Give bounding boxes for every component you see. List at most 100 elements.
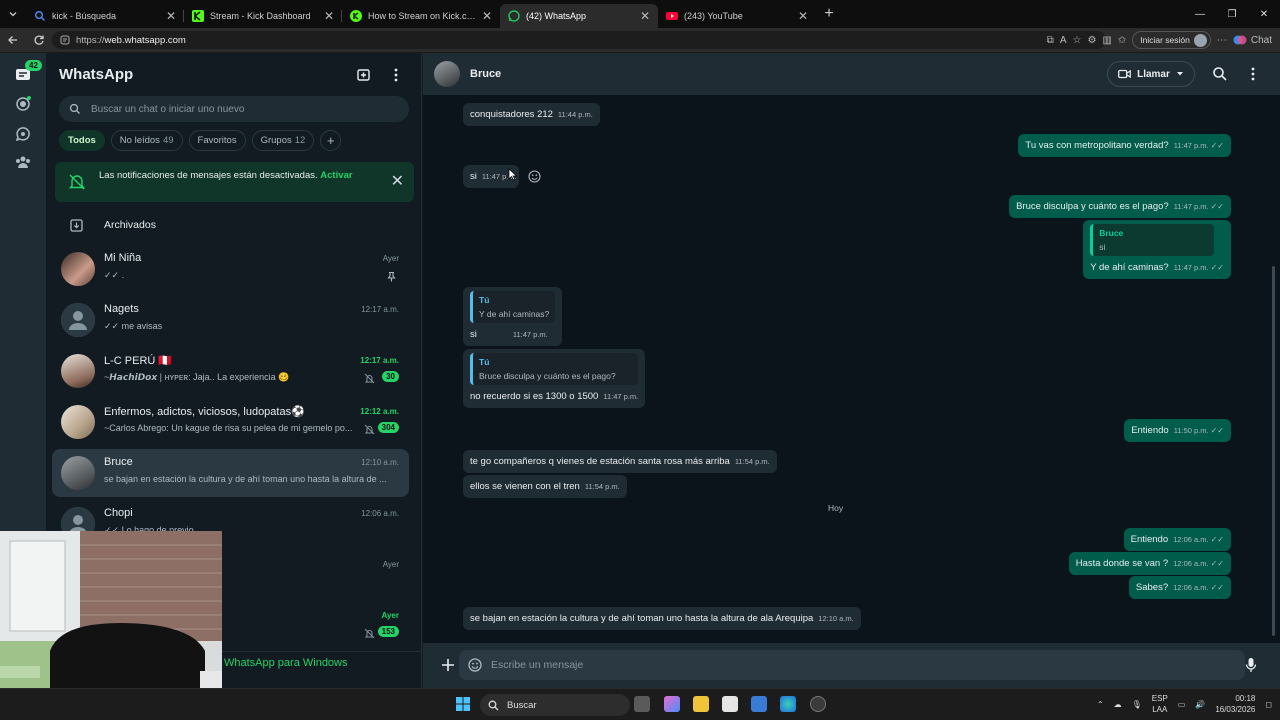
message-out[interactable]: Hasta donde se van ? 12:06 a.m. ✓✓ xyxy=(1068,552,1231,575)
quoted-message[interactable]: Bruce si xyxy=(1090,224,1215,256)
close-tab-icon[interactable]: ✕ xyxy=(166,9,176,23)
message-time: 12:06 a.m. xyxy=(1173,583,1209,592)
search-icon[interactable] xyxy=(1212,66,1228,82)
quoted-message[interactable]: Tú Bruce disculpa y cuánto es el pago? xyxy=(470,353,639,385)
copilot-app-icon[interactable] xyxy=(664,696,680,712)
cloud-icon[interactable]: ☁ xyxy=(1114,700,1122,709)
message-out[interactable]: Bruce disculpa y cuánto es el pago? 11:47… xyxy=(1009,195,1231,218)
close-icon[interactable]: ✕ xyxy=(391,171,404,191)
chat-row[interactable]: Nagets 12:17 a.m. ✓✓ me avisas xyxy=(52,296,409,344)
split-screen-icon[interactable]: ▥ xyxy=(1102,35,1111,46)
communities-icon[interactable] xyxy=(14,153,32,171)
conversation-header[interactable]: Bruce Llamar xyxy=(423,53,1280,95)
notifications-icon[interactable]: ◻ xyxy=(1265,700,1272,709)
contact-avatar[interactable] xyxy=(434,61,460,87)
message-out[interactable]: Sabes? 12:06 a.m. ✓✓ xyxy=(1128,576,1231,599)
filter-favorites[interactable]: Favoritos xyxy=(188,130,246,151)
chat-row-selected[interactable]: Bruce 12:10 a.m. se bajan en estación la… xyxy=(52,449,409,497)
menu-kebab-icon[interactable] xyxy=(1245,66,1261,82)
message-text: Y de ahí caminas? xyxy=(1090,262,1169,273)
message-out[interactable]: Tu vas con metropolitano verdad? 11:47 p.… xyxy=(1018,134,1231,157)
get-windows-app-link[interactable]: WhatsApp para Windows xyxy=(224,657,348,669)
chat-row[interactable]: L-C PERÚ 🇵🇪 12:17 a.m. ~𝙃𝙖𝙘𝙝𝙞𝘿𝙤𝙭 | ʜʏᴘᴇʀ… xyxy=(52,347,409,395)
message-input[interactable]: Escribe un mensaje xyxy=(459,650,1245,680)
unread-badge: 42 xyxy=(25,60,42,71)
chat-row[interactable]: Enfermos, adictos, viciosos, ludopatas⚽ … xyxy=(52,398,409,446)
filter-count: 12 xyxy=(294,135,306,146)
maximize-button[interactable]: ❐ xyxy=(1216,0,1248,28)
file-explorer-icon[interactable] xyxy=(693,696,709,712)
edge-browser-icon[interactable] xyxy=(780,696,796,712)
reload-button[interactable] xyxy=(26,28,52,52)
search-input[interactable]: Buscar un chat o iniciar uno nuevo xyxy=(59,96,409,122)
task-view-icon[interactable] xyxy=(634,696,650,712)
message-in[interactable]: te go compañeros q vienes de estación sa… xyxy=(463,450,777,473)
contact-name[interactable]: Bruce xyxy=(470,68,501,80)
message-out-reply[interactable]: Bruce si Y de ahí caminas? 11:47 p.m. ✓✓ xyxy=(1083,220,1231,279)
clock[interactable]: 00:18 16/03/2026 xyxy=(1215,693,1255,715)
close-tab-icon[interactable]: ✕ xyxy=(482,9,492,23)
network-icon[interactable]: ▭ xyxy=(1178,700,1186,709)
activate-notifications-link[interactable]: Activar xyxy=(320,170,352,181)
filter-groups[interactable]: Grupos 12 xyxy=(251,130,315,151)
sign-in-button[interactable]: Iniciar sesión xyxy=(1132,31,1211,49)
plus-attach-icon[interactable] xyxy=(441,658,455,672)
tab-actions-menu[interactable] xyxy=(0,0,26,28)
chevron-up-icon[interactable]: ⌃ xyxy=(1097,700,1104,709)
channels-icon[interactable] xyxy=(14,125,32,143)
status-icon[interactable] xyxy=(14,95,32,113)
site-info-icon[interactable] xyxy=(60,35,70,45)
chat-row[interactable]: Mi Niña Ayer ✓✓ . xyxy=(52,245,409,293)
emoji-icon[interactable] xyxy=(468,658,482,672)
browser-tab-kick-help[interactable]: How to Stream on Kick.com | Kick Help ✕ xyxy=(342,4,500,28)
close-tab-icon[interactable]: ✕ xyxy=(640,9,650,23)
sign-in-label: Iniciar sesión xyxy=(1140,35,1190,45)
microphone-icon[interactable]: 🎙 xyxy=(1132,700,1142,709)
quoted-message[interactable]: Tú Y de ahí caminas? xyxy=(470,291,556,323)
app-icon[interactable] xyxy=(810,696,826,712)
browser-tab-whatsapp[interactable]: (42) WhatsApp ✕ xyxy=(500,4,658,28)
menu-kebab-icon[interactable] xyxy=(388,67,404,83)
mail-icon[interactable] xyxy=(751,696,767,712)
language-indicator[interactable]: ESP LAA xyxy=(1152,693,1168,715)
new-chat-icon[interactable] xyxy=(356,67,372,83)
message-in[interactable]: conquistadores 212 11:44 p.m. xyxy=(463,103,600,126)
browser-tab-youtube[interactable]: (243) YouTube ✕ xyxy=(658,4,816,28)
microphone-icon[interactable] xyxy=(1245,657,1257,673)
browser-tab-kick-search[interactable]: kick - Búsqueda ✕ xyxy=(26,4,184,28)
message-out[interactable]: Entiendo 11:50 p.m. ✓✓ xyxy=(1124,419,1231,442)
browser-tab-kick-dashboard[interactable]: Stream - Kick Dashboard ✕ xyxy=(184,4,342,28)
message-in[interactable]: se bajan en estación la cultura y de ahí… xyxy=(463,607,861,630)
app-available-icon[interactable]: ⧉ xyxy=(1047,35,1054,46)
volume-icon[interactable]: 🔊 xyxy=(1195,700,1205,709)
emoji-reaction-icon[interactable] xyxy=(528,170,541,183)
search-icon xyxy=(69,103,80,114)
taskbar-search[interactable]: Buscar xyxy=(480,694,630,716)
filter-unread[interactable]: No leídos 49 xyxy=(110,130,183,151)
windows-start-icon[interactable] xyxy=(455,696,471,712)
filter-all[interactable]: Todos xyxy=(59,130,105,151)
extensions-icon[interactable]: ⚙ xyxy=(1087,35,1096,46)
minimize-button[interactable]: — xyxy=(1184,0,1216,28)
close-window-button[interactable]: ✕ xyxy=(1248,0,1280,28)
copilot-button[interactable]: Chat xyxy=(1233,33,1272,47)
message-out[interactable]: Entiendo 12:06 a.m. ✓✓ xyxy=(1123,528,1231,551)
archived-row[interactable]: Archivados xyxy=(46,209,421,241)
message-in-reply[interactable]: Tú Y de ahí caminas? si 11:47 p.m. xyxy=(463,287,563,346)
message-in[interactable]: ellos se vienen con el tren 11:54 p.m. xyxy=(463,475,627,498)
add-filter-button[interactable]: + xyxy=(320,130,342,151)
address-bar[interactable]: https://web.whatsapp.com xyxy=(52,31,1106,49)
new-tab-button[interactable]: + xyxy=(816,5,842,23)
read-aloud-icon[interactable]: A xyxy=(1060,35,1067,46)
favorites-icon[interactable]: ✩ xyxy=(1118,35,1126,46)
call-button[interactable]: Llamar xyxy=(1107,61,1195,87)
scrollbar[interactable] xyxy=(1272,266,1275,636)
close-tab-icon[interactable]: ✕ xyxy=(798,9,808,23)
favorite-star-icon[interactable]: ☆ xyxy=(1072,35,1081,46)
close-tab-icon[interactable]: ✕ xyxy=(324,9,334,23)
chat-preview: ~𝙃𝙖𝙘𝙝𝙞𝘿𝙤𝙭 | ʜʏᴘᴇʀ: Jaja.. La experiencia… xyxy=(104,372,290,382)
message-in-reply[interactable]: Tú Bruce disculpa y cuánto es el pago? no… xyxy=(463,349,646,408)
more-menu-icon[interactable]: ⋯ xyxy=(1217,35,1227,46)
store-icon[interactable] xyxy=(722,696,738,712)
back-button[interactable] xyxy=(0,28,26,52)
